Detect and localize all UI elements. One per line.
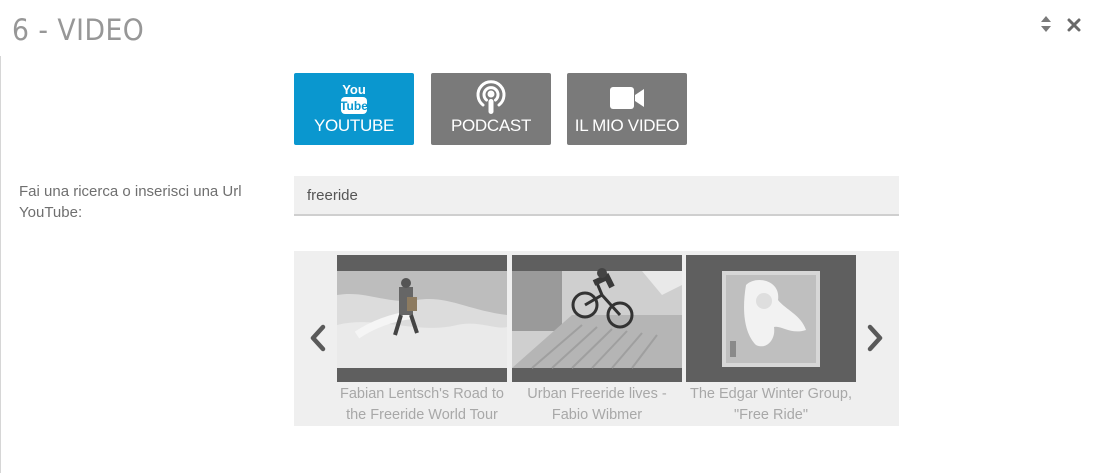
youtube-button-label: YOUTUBE: [313, 116, 395, 135]
result-title: The Edgar Winter Group, "Free Ride": [690, 386, 852, 423]
podcast-button-label: PODCAST: [450, 116, 532, 135]
close-icon[interactable]: [1067, 18, 1081, 32]
page-title: 6 - VIDEO: [12, 13, 145, 47]
youtube-logo-top: You: [342, 82, 366, 97]
chevron-left-icon[interactable]: [308, 323, 328, 353]
video-camera-icon: [607, 82, 647, 118]
urban-bike-thumbnail: [512, 255, 682, 382]
results-carousel: Fabian Lentsch's Road to the Freeride Wo…: [294, 251, 899, 426]
panel-left-border: [0, 56, 1, 473]
result-title: Fabian Lentsch's Road to the Freeride Wo…: [340, 386, 504, 423]
search-label: Fai una ricerca o inserisci una Url YouT…: [19, 183, 242, 221]
my-video-button-label: IL MIO VIDEO: [574, 116, 680, 135]
chevron-right-icon[interactable]: [865, 323, 885, 353]
result-item[interactable]: Urban Freeride lives - Fabio Wibmer: [512, 255, 682, 426]
my-video-button[interactable]: IL MIO VIDEO: [567, 73, 687, 145]
youtube-button[interactable]: You Tube YOUTUBE: [294, 73, 414, 145]
ski-freeride-thumbnail: [337, 255, 507, 382]
sort-icon[interactable]: [1040, 15, 1052, 33]
result-title: Urban Freeride lives - Fabio Wibmer: [527, 386, 667, 423]
result-item[interactable]: Fabian Lentsch's Road to the Freeride Wo…: [337, 255, 507, 426]
youtube-icon: You Tube: [334, 80, 374, 120]
podcast-icon: [474, 79, 508, 119]
search-input[interactable]: [294, 176, 899, 216]
album-cover-thumbnail: [686, 255, 856, 382]
result-item[interactable]: The Edgar Winter Group, "Free Ride": [686, 255, 856, 426]
youtube-logo-bottom: Tube: [340, 99, 368, 113]
podcast-button[interactable]: PODCAST: [431, 73, 551, 145]
